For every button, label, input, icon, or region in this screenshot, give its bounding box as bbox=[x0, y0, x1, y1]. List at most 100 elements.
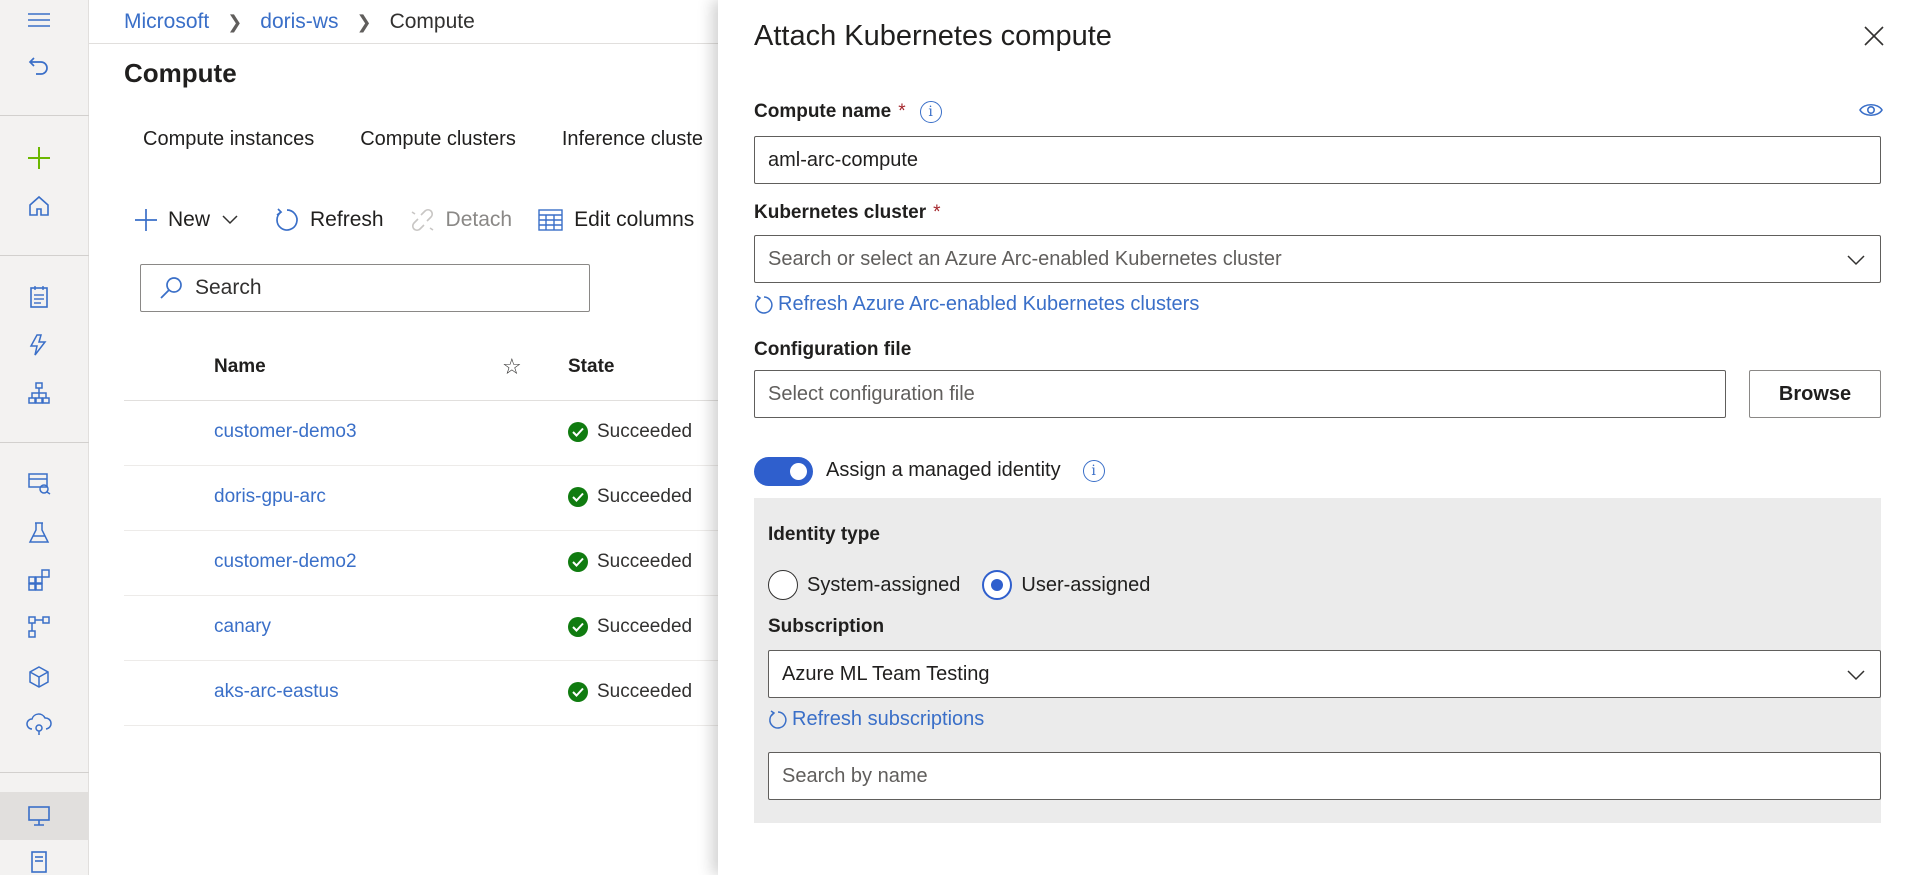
eye-icon[interactable] bbox=[1859, 101, 1883, 119]
table-row: customer-demo3 Succeeded bbox=[124, 401, 729, 466]
hamburger-menu-icon[interactable] bbox=[26, 7, 52, 33]
rail-divider bbox=[0, 442, 89, 443]
configuration-file-label: Configuration file bbox=[754, 339, 911, 361]
compute-name-link[interactable]: customer-demo2 bbox=[214, 551, 357, 573]
refresh-subscriptions-label: Refresh subscriptions bbox=[792, 708, 985, 730]
left-nav-rail bbox=[0, 0, 89, 875]
identity-type-radio-group: System-assigned User-assigned bbox=[768, 570, 1150, 600]
subscription-dropdown[interactable]: Azure ML Team Testing bbox=[768, 650, 1881, 698]
user-assigned-radio[interactable] bbox=[982, 570, 1013, 600]
success-check-icon bbox=[568, 552, 588, 572]
browse-button[interactable]: Browse bbox=[1749, 370, 1881, 418]
state-cell: Succeeded bbox=[568, 486, 692, 508]
tab-compute-instances[interactable]: Compute instances bbox=[143, 128, 314, 151]
subscription-label: Subscription bbox=[768, 616, 885, 637]
compute-name-label-text: Compute name bbox=[754, 101, 892, 122]
radio-selected-dot bbox=[991, 579, 1004, 591]
tab-compute-clusters[interactable]: Compute clusters bbox=[360, 128, 516, 151]
datastores-icon[interactable] bbox=[26, 849, 52, 875]
info-icon[interactable]: i bbox=[919, 101, 942, 123]
breadcrumb-workspace-link[interactable]: doris-ws bbox=[260, 10, 338, 34]
table-row: canary Succeeded bbox=[124, 596, 729, 661]
refresh-subscriptions-link[interactable]: Refresh subscriptions bbox=[768, 708, 984, 731]
header-divider bbox=[89, 43, 729, 44]
rail-divider bbox=[0, 772, 89, 773]
notebooks-icon[interactable] bbox=[26, 284, 52, 310]
toggle-knob bbox=[790, 463, 807, 480]
compute-name-link[interactable]: canary bbox=[214, 616, 271, 638]
detach-button-label: Detach bbox=[445, 208, 513, 231]
chevron-down-icon bbox=[222, 215, 238, 225]
close-icon[interactable] bbox=[1862, 24, 1888, 50]
table-row: doris-gpu-arc Succeeded bbox=[124, 466, 729, 531]
compute-name-link[interactable]: customer-demo3 bbox=[214, 421, 357, 443]
success-check-icon bbox=[568, 422, 588, 442]
endpoints-icon[interactable] bbox=[26, 711, 52, 737]
datasets-icon[interactable] bbox=[26, 470, 52, 496]
state-text: Succeeded bbox=[597, 681, 693, 702]
models-icon[interactable] bbox=[26, 664, 52, 690]
configuration-file-placeholder: Select configuration file bbox=[768, 382, 975, 405]
column-header-state[interactable]: State bbox=[568, 356, 614, 378]
compute-icon[interactable] bbox=[26, 803, 52, 829]
create-new-icon[interactable] bbox=[26, 145, 52, 171]
kubernetes-cluster-label: Kubernetes cluster * bbox=[754, 202, 941, 224]
new-button-label: New bbox=[168, 208, 211, 231]
edit-columns-button[interactable]: Edit columns bbox=[538, 208, 694, 232]
state-cell: Succeeded bbox=[568, 616, 692, 638]
table-row: customer-demo2 Succeeded bbox=[124, 531, 729, 596]
user-assigned-label[interactable]: User-assigned bbox=[1021, 574, 1150, 597]
home-icon[interactable] bbox=[26, 193, 52, 219]
compute-name-link[interactable]: doris-gpu-arc bbox=[214, 486, 326, 508]
state-text: Succeeded bbox=[597, 421, 693, 442]
refresh-clusters-link[interactable]: Refresh Azure Arc-enabled Kubernetes clu… bbox=[754, 293, 1199, 316]
back-icon[interactable] bbox=[26, 52, 52, 78]
system-assigned-label[interactable]: System-assigned bbox=[807, 574, 960, 597]
managed-identity-label: Assign a managed identity i bbox=[826, 459, 1105, 482]
search-input[interactable]: Search bbox=[140, 264, 590, 312]
breadcrumb: Microsoft ❯ doris-ws ❯ Compute bbox=[124, 6, 475, 38]
state-cell: Succeeded bbox=[568, 421, 692, 443]
attach-kubernetes-panel: Attach Kubernetes compute Compute name *… bbox=[718, 0, 1921, 875]
new-button[interactable]: New bbox=[134, 208, 248, 232]
rail-divider bbox=[0, 115, 89, 116]
search-icon bbox=[160, 277, 182, 299]
compute-name-link[interactable]: aks-arc-eastus bbox=[214, 681, 339, 703]
table-columns-icon bbox=[538, 209, 563, 231]
toolbar: New Refresh Detach Edit columns bbox=[134, 204, 776, 236]
tab-inference-clusters[interactable]: Inference cluste bbox=[562, 128, 703, 151]
refresh-button[interactable]: Refresh bbox=[274, 207, 384, 233]
state-text: Succeeded bbox=[597, 616, 693, 637]
system-assigned-radio[interactable] bbox=[768, 570, 798, 600]
compute-name-input[interactable]: aml-arc-compute bbox=[754, 136, 1881, 184]
panel-title: Attach Kubernetes compute bbox=[754, 20, 1112, 52]
compute-tabs: Compute instances Compute clusters Infer… bbox=[143, 128, 749, 151]
pipelines-icon[interactable] bbox=[26, 614, 52, 640]
components-icon[interactable] bbox=[26, 567, 52, 593]
automated-ml-icon[interactable] bbox=[26, 332, 52, 358]
configuration-file-input[interactable]: Select configuration file bbox=[754, 370, 1726, 418]
edit-columns-button-label: Edit columns bbox=[574, 208, 695, 231]
search-by-name-placeholder: Search by name bbox=[782, 764, 928, 787]
info-icon[interactable]: i bbox=[1082, 459, 1105, 482]
refresh-icon bbox=[755, 294, 773, 314]
refresh-icon bbox=[276, 208, 298, 231]
breadcrumb-root-link[interactable]: Microsoft bbox=[124, 10, 209, 34]
chevron-right-icon: ❯ bbox=[227, 11, 243, 32]
state-text: Succeeded bbox=[597, 551, 693, 572]
managed-identity-toggle[interactable] bbox=[754, 457, 813, 486]
search-placeholder: Search bbox=[195, 276, 262, 299]
table-header-row: Name ☆ State bbox=[124, 342, 729, 401]
designer-icon[interactable] bbox=[26, 380, 52, 406]
experiments-icon[interactable] bbox=[26, 520, 52, 546]
kubernetes-cluster-dropdown[interactable]: Search or select an Azure Arc-enabled Ku… bbox=[754, 235, 1881, 283]
state-cell: Succeeded bbox=[568, 551, 692, 573]
star-icon[interactable]: ☆ bbox=[502, 354, 522, 380]
unlink-icon bbox=[411, 208, 433, 232]
state-text: Succeeded bbox=[597, 486, 693, 507]
success-check-icon bbox=[568, 682, 588, 702]
refresh-clusters-label: Refresh Azure Arc-enabled Kubernetes clu… bbox=[778, 293, 1200, 315]
detach-button[interactable]: Detach bbox=[410, 207, 513, 233]
column-header-name[interactable]: Name bbox=[214, 356, 266, 378]
search-by-name-input[interactable]: Search by name bbox=[768, 752, 1881, 800]
